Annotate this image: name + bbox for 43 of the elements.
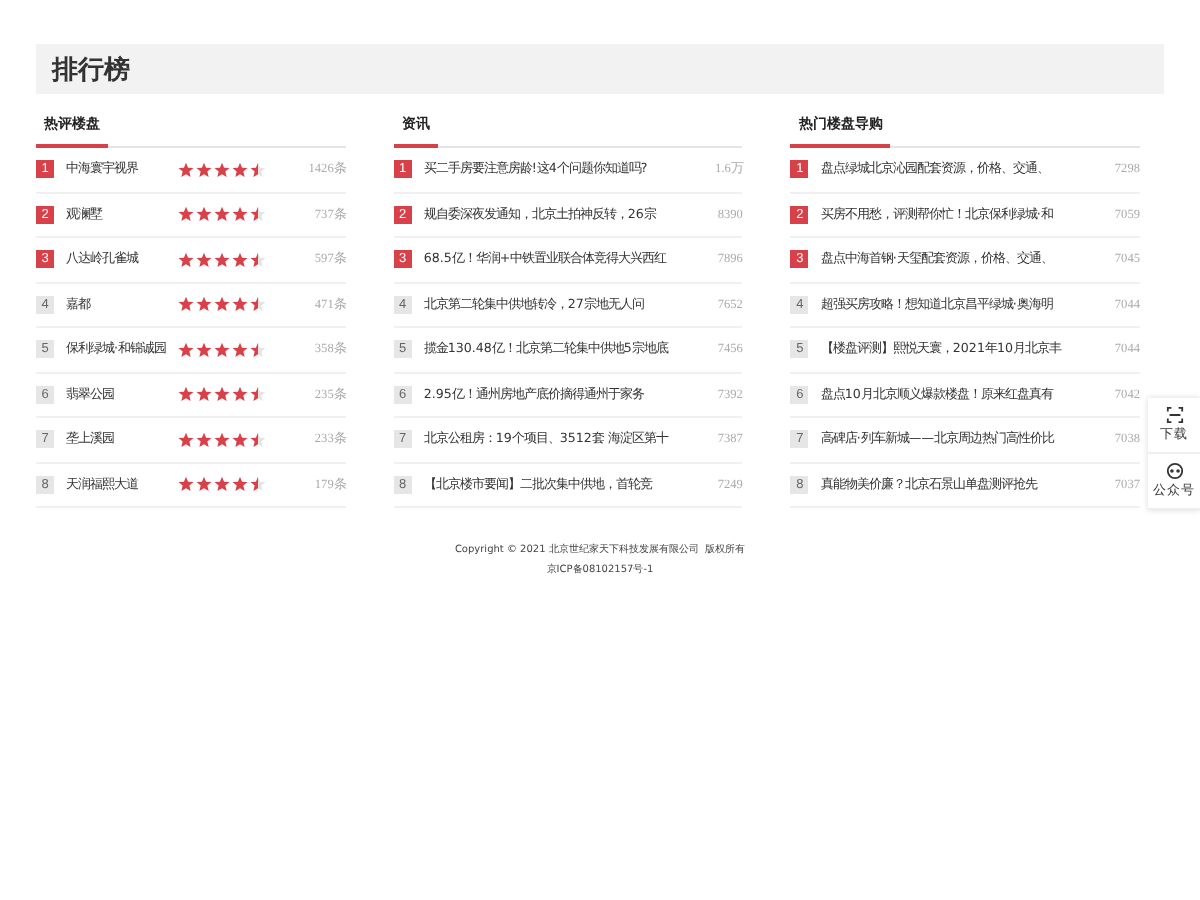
star-icon xyxy=(195,476,212,493)
star-icon xyxy=(177,341,194,358)
star-icon xyxy=(249,476,266,493)
star-icon xyxy=(195,341,212,358)
chat-icon xyxy=(1165,462,1183,480)
star-icon xyxy=(231,476,248,493)
star-icon xyxy=(231,431,248,448)
star-icon xyxy=(249,296,266,313)
star-icon xyxy=(249,341,266,358)
star-icon xyxy=(213,341,230,358)
star-icon xyxy=(177,161,194,178)
star-icon xyxy=(249,206,266,223)
star-icon xyxy=(195,296,212,313)
star-icon xyxy=(195,206,212,223)
star-icon xyxy=(249,161,266,178)
star-icon xyxy=(213,386,230,403)
star-icon xyxy=(249,386,266,403)
star-icon xyxy=(177,296,194,313)
star-icon xyxy=(195,161,212,178)
star-icon xyxy=(177,206,194,223)
star-icon xyxy=(177,476,194,493)
star-icon xyxy=(249,251,266,268)
scan-icon xyxy=(1165,406,1183,424)
star-icon xyxy=(231,206,248,223)
star-icon xyxy=(231,296,248,313)
star-icon xyxy=(213,296,230,313)
star-icon xyxy=(213,161,230,178)
star-icon xyxy=(213,431,230,448)
star-icon xyxy=(177,251,194,268)
star-icon xyxy=(195,251,212,268)
star-icon xyxy=(213,251,230,268)
star-icon xyxy=(213,206,230,223)
star-icon xyxy=(177,386,194,403)
star-icon xyxy=(177,431,194,448)
star-icon xyxy=(231,251,248,268)
star-icon xyxy=(213,476,230,493)
star-icon xyxy=(195,386,212,403)
star-icon xyxy=(195,431,212,448)
page-title: 排行榜 xyxy=(52,53,130,87)
star-icon xyxy=(231,386,248,403)
star-icon xyxy=(231,341,248,358)
star-icon xyxy=(249,431,266,448)
star-icon xyxy=(231,161,248,178)
